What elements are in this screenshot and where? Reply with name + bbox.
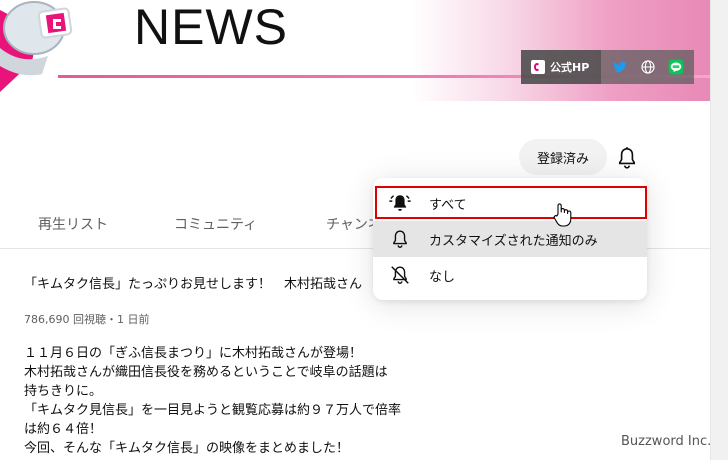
twitter-icon[interactable] (612, 59, 628, 75)
globe-icon[interactable] (640, 59, 656, 75)
video-meta: 786,690 回視聴・1 日前 (24, 313, 150, 326)
menu-item-none[interactable]: なし (373, 257, 647, 293)
banner-title: NEWS (134, 0, 288, 55)
hand-cursor-icon (553, 203, 572, 227)
official-hp-link[interactable]: 公式HP (521, 50, 601, 84)
page-scrollbar[interactable] (710, 0, 728, 460)
notification-menu: すべて カスタマイズされた通知のみ なし (373, 178, 647, 300)
tab-playlists[interactable]: 再生リスト (38, 214, 108, 234)
watermark: Buzzword Inc. (621, 434, 712, 449)
notification-bell-icon[interactable] (614, 145, 640, 171)
official-hp-label: 公式HP (550, 61, 590, 74)
tab-community[interactable]: コミュニティ (174, 214, 257, 234)
menu-item-label: カスタマイズされた通知のみ (429, 233, 598, 249)
bell-ringing-icon (389, 195, 411, 211)
description-line: 今回、そんな「キムタク信長」の映像をまとめました！ (24, 441, 350, 456)
subscribed-button[interactable]: 登録済み (519, 139, 607, 175)
description-line: １１月６日の「ぎふ信長まつり」に木村拓哉さんが登場！ (24, 346, 363, 361)
description-line: 「キムタク見信長」を一目見ようと観覧応募は約９７万人で倍率 (24, 403, 402, 418)
menu-item-label: すべて (429, 197, 467, 213)
mascot-logo (0, 1, 73, 92)
banner-links: 公式HP (521, 50, 694, 84)
description-line: 持ちきりに。 (24, 384, 103, 399)
site-logo-icon (531, 60, 545, 74)
menu-item-all[interactable]: すべて (373, 185, 647, 221)
line-app-icon[interactable] (668, 59, 684, 75)
menu-item-personalized[interactable]: カスタマイズされた通知のみ (373, 221, 647, 257)
description-line: は約６４倍！ (24, 422, 103, 437)
video-description: １１月６日の「ぎふ信長まつり」に木村拓哉さんが登場！ 木村拓哉さんが織田信長役を… (24, 344, 424, 458)
menu-item-label: なし (429, 269, 456, 285)
bell-off-icon (391, 266, 409, 284)
bell-outline-icon (393, 230, 407, 248)
channel-banner: NEWS 公式HP (0, 0, 710, 101)
video-title[interactable]: 「キムタク信長」たっぷりお見せします！ 木村拓哉さん (24, 273, 362, 292)
description-line: 木村拓哉さんが織田信長役を務めるということで岐阜の話題は (24, 365, 388, 380)
